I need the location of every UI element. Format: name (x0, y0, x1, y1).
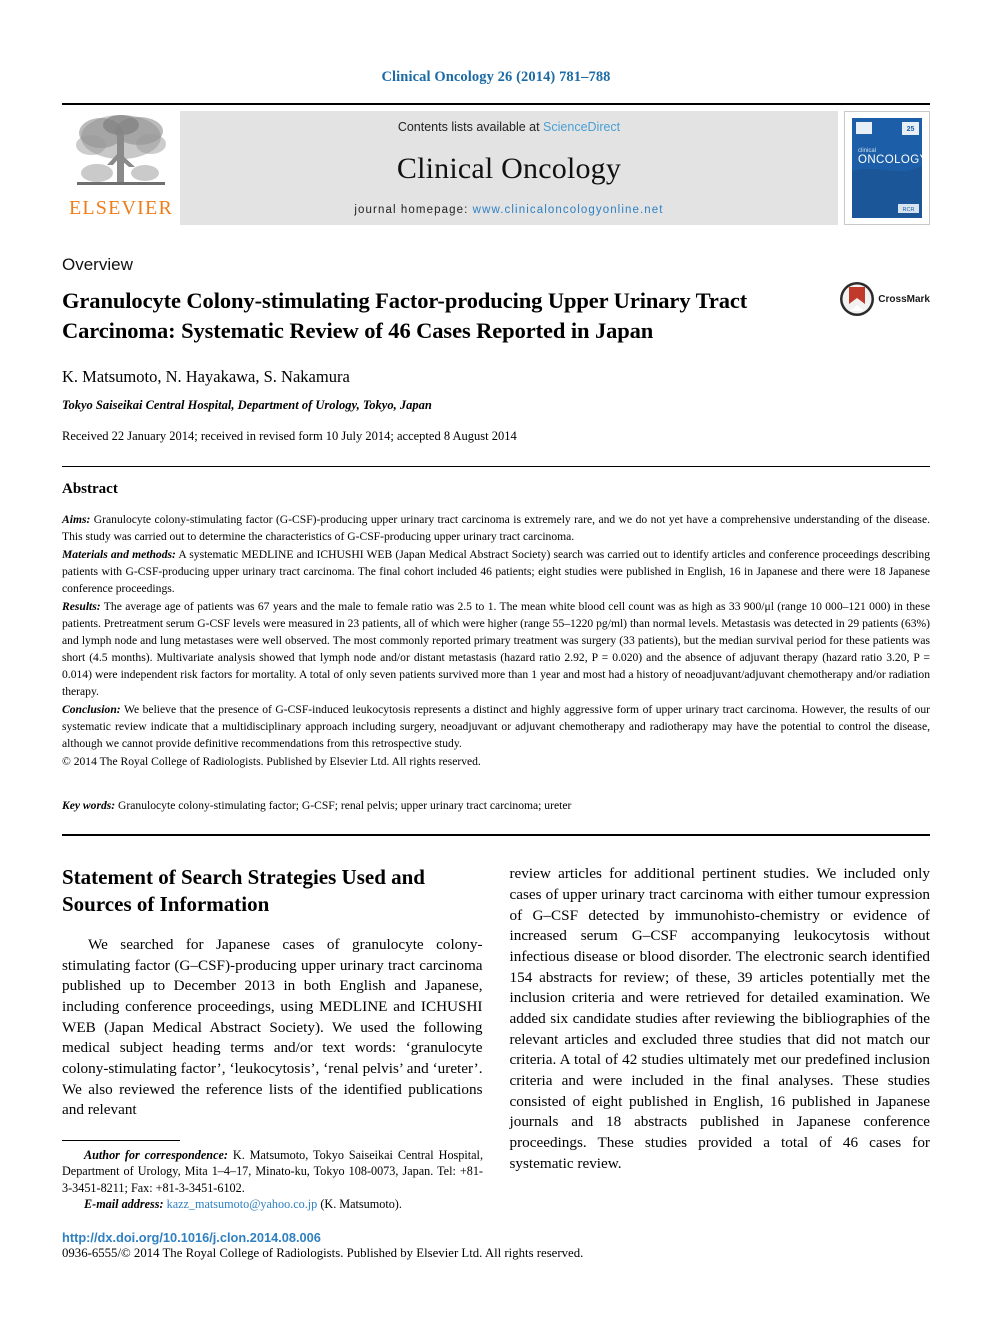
svg-text:ONCOLOGY: ONCOLOGY (858, 154, 924, 166)
keywords-text: Granulocyte colony-stimulating factor; G… (115, 799, 572, 813)
body-paragraph-left: We searched for Japanese cases of granul… (62, 936, 483, 1119)
journal-cover-thumbnail[interactable]: 25 clinical ONCOLOGY RCR (844, 111, 930, 225)
crossmark-label: CrossMark (878, 293, 930, 305)
email-suffix: (K. Matsumoto). (317, 1197, 402, 1212)
article-history: Received 22 January 2014; received in re… (62, 428, 517, 443)
contents-available-line: Contents lists available at ScienceDirec… (398, 120, 620, 134)
abstract-copyright: © 2014 The Royal College of Radiologists… (62, 755, 481, 769)
correspondence-footnote: Author for correspondence: K. Matsumoto,… (62, 1147, 483, 1197)
abstract-paragraph-aims: Aims: Granulocyte colony-stimulating fac… (62, 511, 930, 545)
crossmark-badge[interactable]: CrossMark (839, 281, 930, 317)
svg-text:25: 25 (907, 126, 915, 133)
article-page: Clinical Oncology 26 (2014) 781–788 ELSE… (0, 0, 992, 1323)
affiliation: Tokyo Saiseikai Central Hospital, Depart… (62, 397, 432, 412)
running-head: Clinical Oncology 26 (2014) 781–788 (381, 69, 611, 85)
abstract-text-aims: Granulocyte colony-stimulating factor (G… (62, 512, 930, 543)
body-column-left: Statement of Search Strategies Used and … (62, 864, 483, 1174)
journal-masthead: ELSEVIER Contents lists available at Sci… (62, 103, 930, 229)
abstract-label-results: Results: (62, 600, 101, 613)
issn-copyright-line: 0936-6555/© 2014 The Royal College of Ra… (62, 1246, 584, 1260)
email-link[interactable]: kazz_matsumoto@yahoo.co.jp (167, 1197, 318, 1211)
elsevier-tree-icon (76, 115, 166, 185)
article-body: Statement of Search Strategies Used and … (62, 864, 930, 1174)
keywords-line: Key words: Granulocyte colony-stimulatin… (62, 799, 930, 812)
abstract-label-conclusion: Conclusion: (62, 703, 121, 717)
document-type-label: Overview (62, 255, 133, 274)
article-header: Overview Granulocyte Colony-stimulating … (62, 255, 930, 444)
crossmark-icon (840, 282, 875, 316)
email-footnote: E-mail address: kazz_matsumoto@yahoo.co.… (62, 1196, 483, 1213)
abstract-text-results: The average age of patients was 67 years… (62, 600, 931, 699)
author-list: K. Matsumoto, N. Hayakawa, S. Nakamura (62, 366, 350, 386)
journal-homepage-link[interactable]: www.clinicaloncologyonline.net (473, 204, 664, 216)
abstract-paragraph-results: Results: The average age of patients was… (62, 598, 930, 700)
svg-text:RCR: RCR (903, 207, 915, 213)
abstract-heading: Abstract (62, 480, 118, 497)
abstract-text-materials: A systematic MEDLINE and ICHUSHI WEB (Ja… (62, 547, 930, 595)
abstract-section: Abstract Aims: Granulocyte colony-stimul… (62, 467, 930, 812)
abstract-bottom-divider (62, 834, 930, 837)
sciencedirect-link[interactable]: ScienceDirect (543, 120, 620, 134)
masthead-center: Contents lists available at ScienceDirec… (180, 111, 838, 225)
page-title: Granulocyte Colony-stimulating Factor-pr… (62, 288, 748, 343)
abstract-label-aims: Aims: (62, 512, 91, 526)
email-label: E-mail address: (84, 1197, 164, 1212)
body-paragraph-right: review articles for additional pertinent… (509, 865, 931, 1172)
doi-link[interactable]: http://dx.doi.org/10.1016/j.clon.2014.08… (62, 1230, 483, 1245)
footnote-area: Author for correspondence: K. Matsumoto,… (62, 1139, 584, 1261)
abstract-label-materials: Materials and methods: (62, 547, 176, 561)
journal-cover-image: 25 clinical ONCOLOGY RCR (850, 116, 924, 220)
abstract-paragraph-materials: Materials and methods: A systematic MEDL… (62, 546, 930, 597)
contents-prefix: Contents lists available at (397, 120, 544, 134)
section-heading: Statement of Search Strategies Used and … (62, 865, 425, 917)
body-column-right: review articles for additional pertinent… (510, 864, 931, 1174)
abstract-text-conclusion: We believe that the presence of G-CSF-in… (62, 703, 930, 751)
journal-homepage-line: journal homepage: www.clinicaloncologyon… (354, 204, 663, 216)
homepage-prefix: journal homepage: (354, 204, 473, 216)
footnote-divider (62, 1139, 180, 1141)
abstract-paragraph-conclusion: Conclusion: We believe that the presence… (62, 701, 930, 752)
elsevier-wordmark: ELSEVIER (68, 197, 174, 219)
correspondence-label: Author for correspondence: (84, 1147, 228, 1162)
elsevier-logo: ELSEVIER (62, 105, 180, 229)
keywords-label: Key words: (62, 799, 116, 813)
journal-title: Clinical Oncology (396, 152, 622, 185)
